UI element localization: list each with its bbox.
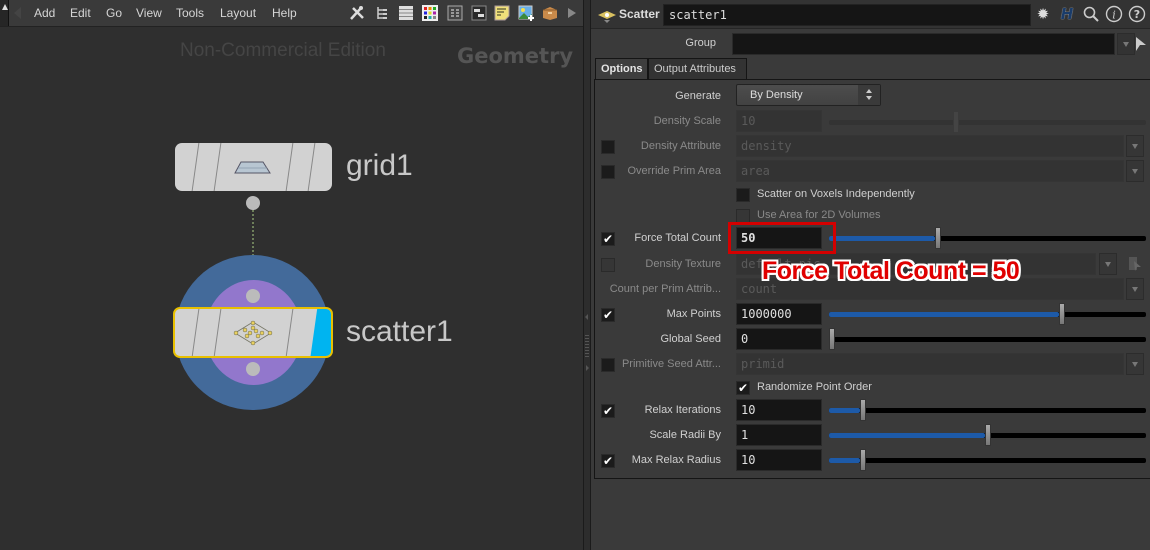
color-palette-icon[interactable] xyxy=(422,5,438,21)
scatter-on-voxels-checkbox[interactable] xyxy=(736,188,750,202)
primitive-seed-label: Primitive Seed Attr... xyxy=(621,358,721,370)
node-grid1[interactable] xyxy=(175,143,332,191)
relax-iterations-field[interactable]: 10 xyxy=(736,399,822,421)
collapse-toolbar-button[interactable] xyxy=(0,0,9,26)
menu-go[interactable]: Go xyxy=(106,6,122,20)
max-points-slider[interactable] xyxy=(829,303,1146,325)
network-editor[interactable]: Add Edit Go View Tools Layout Help Non-C… xyxy=(0,0,583,550)
group-dropdown-button[interactable] xyxy=(1117,33,1135,55)
override-prim-area-dropdown[interactable] xyxy=(1126,160,1144,182)
primitive-seed-dropdown[interactable] xyxy=(1126,353,1144,375)
network-context-label: Geometry xyxy=(457,44,574,68)
menu-add[interactable]: Add xyxy=(34,6,55,20)
help-icon[interactable]: ? xyxy=(1128,5,1146,23)
pane-splitter[interactable] xyxy=(583,0,591,550)
tab-output-attributes[interactable]: Output Attributes xyxy=(648,58,747,80)
scatter-node-icon xyxy=(233,320,273,346)
randomize-order-label: Randomize Point Order xyxy=(757,381,872,393)
menu-help[interactable]: Help xyxy=(272,6,297,20)
svg-text:i: i xyxy=(1112,9,1116,22)
op-type-label: Scatter xyxy=(619,7,660,21)
node-scatter1[interactable] xyxy=(173,307,333,358)
generate-label: Generate xyxy=(675,90,721,102)
max-points-field[interactable]: 1000000 xyxy=(736,303,822,325)
count-per-prim-dropdown[interactable] xyxy=(1126,278,1144,300)
search-icon[interactable] xyxy=(1082,5,1100,23)
override-prim-area-field[interactable]: area xyxy=(736,160,1124,182)
density-texture-label: Density Texture xyxy=(645,258,721,270)
node-grid1-label: grid1 xyxy=(346,149,413,182)
list-icon[interactable] xyxy=(398,5,414,21)
back-arrow-icon[interactable] xyxy=(14,7,21,19)
density-attribute-field[interactable]: density xyxy=(736,135,1124,157)
scatter1-output-port[interactable] xyxy=(246,362,260,376)
menu-tools[interactable]: Tools xyxy=(176,6,204,20)
force-total-count-slider[interactable] xyxy=(829,227,1146,249)
grid1-output-port[interactable] xyxy=(246,196,260,210)
scale-radii-slider[interactable] xyxy=(829,424,1146,446)
grid-node-icon xyxy=(234,161,271,174)
tab-options[interactable]: Options xyxy=(595,58,648,80)
menu-edit[interactable]: Edit xyxy=(70,6,91,20)
primitive-seed-field[interactable]: primid xyxy=(736,353,1124,375)
menu-layout[interactable]: Layout xyxy=(220,6,256,20)
group-field[interactable] xyxy=(732,33,1115,55)
max-relax-radius-label: Max Relax Radius xyxy=(631,454,721,466)
houdini-help-icon[interactable]: H xyxy=(1058,5,1076,23)
more-arrow-icon[interactable] xyxy=(566,5,578,21)
generate-select-value: By Density xyxy=(750,89,803,101)
svg-text:?: ? xyxy=(1134,8,1140,21)
relax-iterations-slider[interactable] xyxy=(829,399,1146,421)
density-attribute-dropdown[interactable] xyxy=(1126,135,1144,157)
override-prim-area-label: Override Prim Area xyxy=(627,165,721,177)
node-scatter1-label: scatter1 xyxy=(346,315,453,348)
grid-icon[interactable] xyxy=(447,5,463,21)
density-scale-label: Density Scale xyxy=(653,115,721,127)
group-label: Group xyxy=(685,37,716,49)
node-name-field[interactable]: scatter1 xyxy=(663,4,1031,26)
density-scale-slider[interactable] xyxy=(829,111,1146,133)
non-commercial-watermark: Non-Commercial Edition xyxy=(180,40,386,61)
scatter-op-icon[interactable] xyxy=(597,8,617,24)
randomize-order-checkbox[interactable]: ✔ xyxy=(736,381,750,395)
subnet-box-icon[interactable] xyxy=(542,5,558,21)
gear-icon[interactable]: ✹ xyxy=(1034,5,1052,23)
density-texture-dropdown[interactable] xyxy=(1099,253,1117,275)
generate-select[interactable]: By Density xyxy=(736,84,881,106)
network-menubar: Add Edit Go View Tools Layout Help xyxy=(0,0,583,27)
use-area-2d-label: Use Area for 2D Volumes xyxy=(757,209,881,221)
select-cursor-icon[interactable] xyxy=(1135,36,1147,52)
max-relax-radius-slider[interactable] xyxy=(829,449,1146,471)
add-image-icon[interactable] xyxy=(518,5,534,21)
global-seed-slider[interactable] xyxy=(829,328,1146,350)
global-seed-field[interactable]: 0 xyxy=(736,328,822,350)
global-seed-label: Global Seed xyxy=(660,333,721,345)
annotation-text: Force Total Count = 50 xyxy=(762,257,1020,285)
use-area-2d-checkbox[interactable] xyxy=(736,209,750,223)
file-chooser-icon[interactable] xyxy=(1128,256,1142,272)
tools-icon[interactable] xyxy=(349,5,365,21)
sticky-note-icon[interactable] xyxy=(494,5,510,21)
count-per-prim-label: Count per Prim Attrib... xyxy=(609,283,721,295)
density-attribute-label: Density Attribute xyxy=(640,140,721,152)
network-box-icon[interactable] xyxy=(471,5,487,21)
annotation-highlight-box xyxy=(728,222,836,254)
relax-iterations-label: Relax Iterations xyxy=(644,404,721,416)
scatter-on-voxels-label: Scatter on Voxels Independently xyxy=(757,188,915,200)
parameter-header: Scatter scatter1 ✹ H i ? xyxy=(591,0,1150,29)
max-relax-radius-field[interactable]: 10 xyxy=(736,449,822,471)
scale-radii-label: Scale Radii By xyxy=(649,429,721,441)
tree-icon[interactable] xyxy=(374,5,390,21)
info-icon[interactable]: i xyxy=(1105,5,1123,23)
density-scale-field[interactable]: 10 xyxy=(736,110,822,132)
scatter1-input-port[interactable] xyxy=(246,289,260,303)
max-points-label: Max Points xyxy=(666,308,721,320)
scale-radii-field[interactable]: 1 xyxy=(736,424,822,446)
force-total-count-label: Force Total Count xyxy=(634,232,721,244)
menu-view[interactable]: View xyxy=(136,6,162,20)
display-flag[interactable] xyxy=(310,309,331,356)
